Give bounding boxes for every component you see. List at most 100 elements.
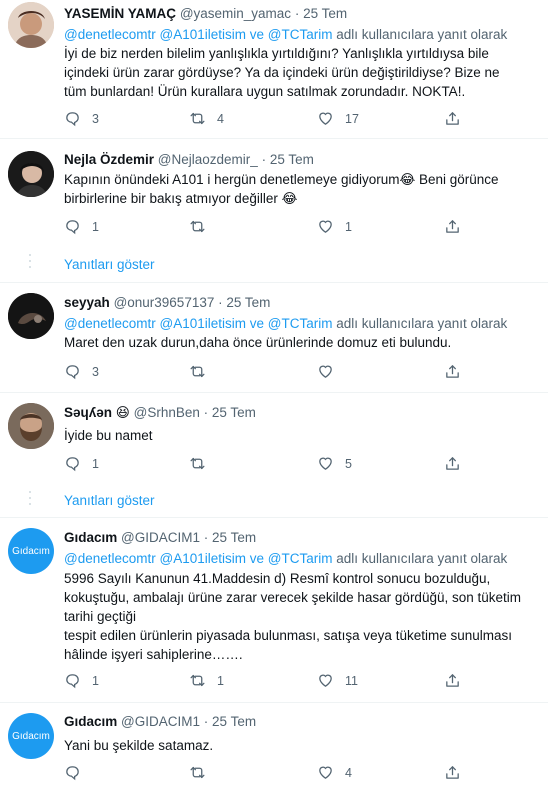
avatar[interactable]	[8, 293, 54, 339]
reply-icon	[64, 764, 81, 781]
avatar[interactable]	[8, 151, 54, 197]
avatar[interactable]: Gıdacım	[8, 528, 54, 574]
like-icon	[317, 455, 334, 472]
author-name[interactable]: seyyah	[64, 295, 110, 310]
retweet-icon	[189, 672, 206, 689]
reply-context: @denetlecomtr @A101iletisim ve @TCTarim …	[64, 551, 507, 566]
tweet[interactable]: YASEMİN YAMAÇ @yasemin_yamac · 25 Tem @d…	[0, 0, 548, 138]
retweet-button[interactable]	[189, 363, 217, 380]
retweet-button[interactable]	[189, 764, 217, 781]
author-name[interactable]: YASEMİN YAMAÇ	[64, 6, 176, 21]
like-icon	[317, 110, 334, 127]
author-name[interactable]: Sәɥʎǝn 😆	[64, 405, 130, 420]
separator-dot: ·	[203, 405, 209, 420]
tweet-text-line: 5996 Sayılı Kanunun 41.Maddesin d) Resmî…	[64, 571, 491, 586]
like-button[interactable]: 17	[317, 110, 359, 127]
retweet-icon	[189, 764, 206, 781]
author-handle[interactable]: @yasemin_yamac	[180, 6, 291, 21]
timestamp[interactable]: 25 Tem	[270, 152, 314, 167]
reply-button[interactable]: 3	[64, 110, 99, 127]
reply-context: @denetlecomtr @A101iletisim ve @TCTarim …	[64, 316, 507, 331]
tweet[interactable]: Gıdacım Gıdacım @GIDACIM1 · 25 Tem Yani …	[0, 703, 548, 786]
tweet-text-line: kokuştuğu, ambalajı ürüne zarar verecek …	[64, 590, 521, 605]
avatar[interactable]: Gıdacım	[8, 713, 54, 759]
like-count: 1	[345, 219, 352, 234]
timestamp[interactable]: 25 Tem	[303, 6, 347, 21]
like-button[interactable]: 1	[317, 218, 352, 235]
retweet-button[interactable]: 4	[189, 110, 224, 127]
reply-context: @denetlecomtr @A101iletisim ve @TCTarim …	[64, 27, 507, 42]
share-button[interactable]	[444, 672, 461, 689]
like-button[interactable]: 4	[317, 764, 352, 781]
author-handle[interactable]: @GIDACIM1	[121, 714, 200, 729]
avatar[interactable]	[8, 403, 54, 449]
mentioned-users[interactable]: @denetlecomtr @A101iletisim ve @TCTarim	[64, 316, 332, 331]
author-handle[interactable]: @Nejlaozdemir_	[158, 152, 258, 167]
share-icon	[444, 363, 461, 380]
separator-dot: ·	[261, 152, 267, 167]
separator-dot: ·	[294, 6, 300, 21]
author-name[interactable]: Nejla Özdemir	[64, 152, 154, 167]
share-icon	[444, 672, 461, 689]
tweet-text-line: hâlinde işyeri sahiplerine…….	[64, 647, 243, 662]
tweet-text-line: içindeki ürün zarar gördüyse? Ya da için…	[64, 65, 500, 80]
retweet-count: 4	[217, 111, 224, 126]
tweet-text-line: Maret den uzak durun,daha önce ürünlerin…	[64, 335, 452, 350]
like-icon	[317, 218, 334, 235]
reply-button[interactable]	[64, 764, 92, 781]
reply-button[interactable]: 1	[64, 672, 99, 689]
mentioned-users[interactable]: @denetlecomtr @A101iletisim ve @TCTarim	[64, 551, 332, 566]
retweet-icon	[189, 110, 206, 127]
share-button[interactable]	[444, 764, 461, 781]
retweet-button[interactable]	[189, 455, 217, 472]
tweet-text-line: Kapının önündeki A101 i hergün denetleme…	[64, 172, 499, 187]
share-button[interactable]	[444, 363, 461, 380]
tweet[interactable]: Gıdacım Gıdacım @GIDACIM1 · 25 Tem @dene…	[0, 518, 548, 700]
retweet-icon	[189, 218, 206, 235]
reply-count: 1	[92, 219, 99, 234]
reply-button[interactable]: 1	[64, 455, 99, 472]
author-handle[interactable]: @onur39657137	[114, 295, 215, 310]
show-replies-link[interactable]: Yanıtları göster	[64, 257, 155, 272]
timestamp[interactable]: 25 Tem	[212, 405, 256, 420]
like-icon	[317, 764, 334, 781]
tweet-actions: 1 1	[64, 218, 464, 238]
like-icon	[317, 363, 334, 380]
share-button[interactable]	[444, 110, 461, 127]
share-icon	[444, 218, 461, 235]
tweet[interactable]: Nejla Özdemir @Nejlaozdemir_ · 25 Tem Ka…	[0, 139, 548, 279]
separator-dot: ·	[203, 530, 209, 545]
show-replies-link[interactable]: Yanıtları göster	[64, 493, 155, 508]
like-icon	[317, 672, 334, 689]
timestamp[interactable]: 25 Tem	[226, 295, 270, 310]
author-handle[interactable]: @GIDACIM1	[121, 530, 200, 545]
retweet-button[interactable]	[189, 218, 217, 235]
like-button[interactable]	[317, 363, 345, 380]
author-handle[interactable]: @SrhnBen	[134, 405, 200, 420]
avatar-logo-text: Gıdacım	[12, 730, 50, 742]
thread-dots	[29, 491, 32, 509]
retweet-button[interactable]: 1	[189, 672, 224, 689]
tweet-text-line: İyi de biz nerden bilelim yanlışlıkla yı…	[64, 46, 489, 61]
share-button[interactable]	[444, 455, 461, 472]
timestamp[interactable]: 25 Tem	[212, 714, 256, 729]
avatar-logo-text: Gıdacım	[12, 545, 50, 557]
timestamp[interactable]: 25 Tem	[212, 530, 256, 545]
like-button[interactable]: 5	[317, 455, 352, 472]
tweet[interactable]: seyyah @onur39657137 · 25 Tem @denetleco…	[0, 283, 548, 391]
reply-button[interactable]: 1	[64, 218, 99, 235]
tweet-text-line: tespit edilen ürünlerin piyasada bulunma…	[64, 628, 512, 643]
reply-button[interactable]: 3	[64, 363, 99, 380]
author-name[interactable]: Gıdacım	[64, 530, 117, 545]
tweet-text: 5996 Sayılı Kanunun 41.Maddesin d) Resmî…	[64, 569, 540, 664]
avatar[interactable]	[8, 2, 54, 48]
tweet[interactable]: Sәɥʎǝn 😆 @SrhnBen · 25 Tem İyide bu name…	[0, 393, 548, 515]
author-name[interactable]: Gıdacım	[64, 714, 117, 729]
mentioned-users[interactable]: @denetlecomtr @A101iletisim ve @TCTarim	[64, 27, 332, 42]
reply-icon	[64, 455, 81, 472]
tweet-header: seyyah @onur39657137 · 25 Tem	[64, 295, 270, 310]
tweet-text: Kapının önündeki A101 i hergün denetleme…	[64, 170, 540, 208]
share-button[interactable]	[444, 218, 461, 235]
like-button[interactable]: 11	[317, 672, 358, 689]
tweet-actions: 3	[64, 363, 464, 383]
